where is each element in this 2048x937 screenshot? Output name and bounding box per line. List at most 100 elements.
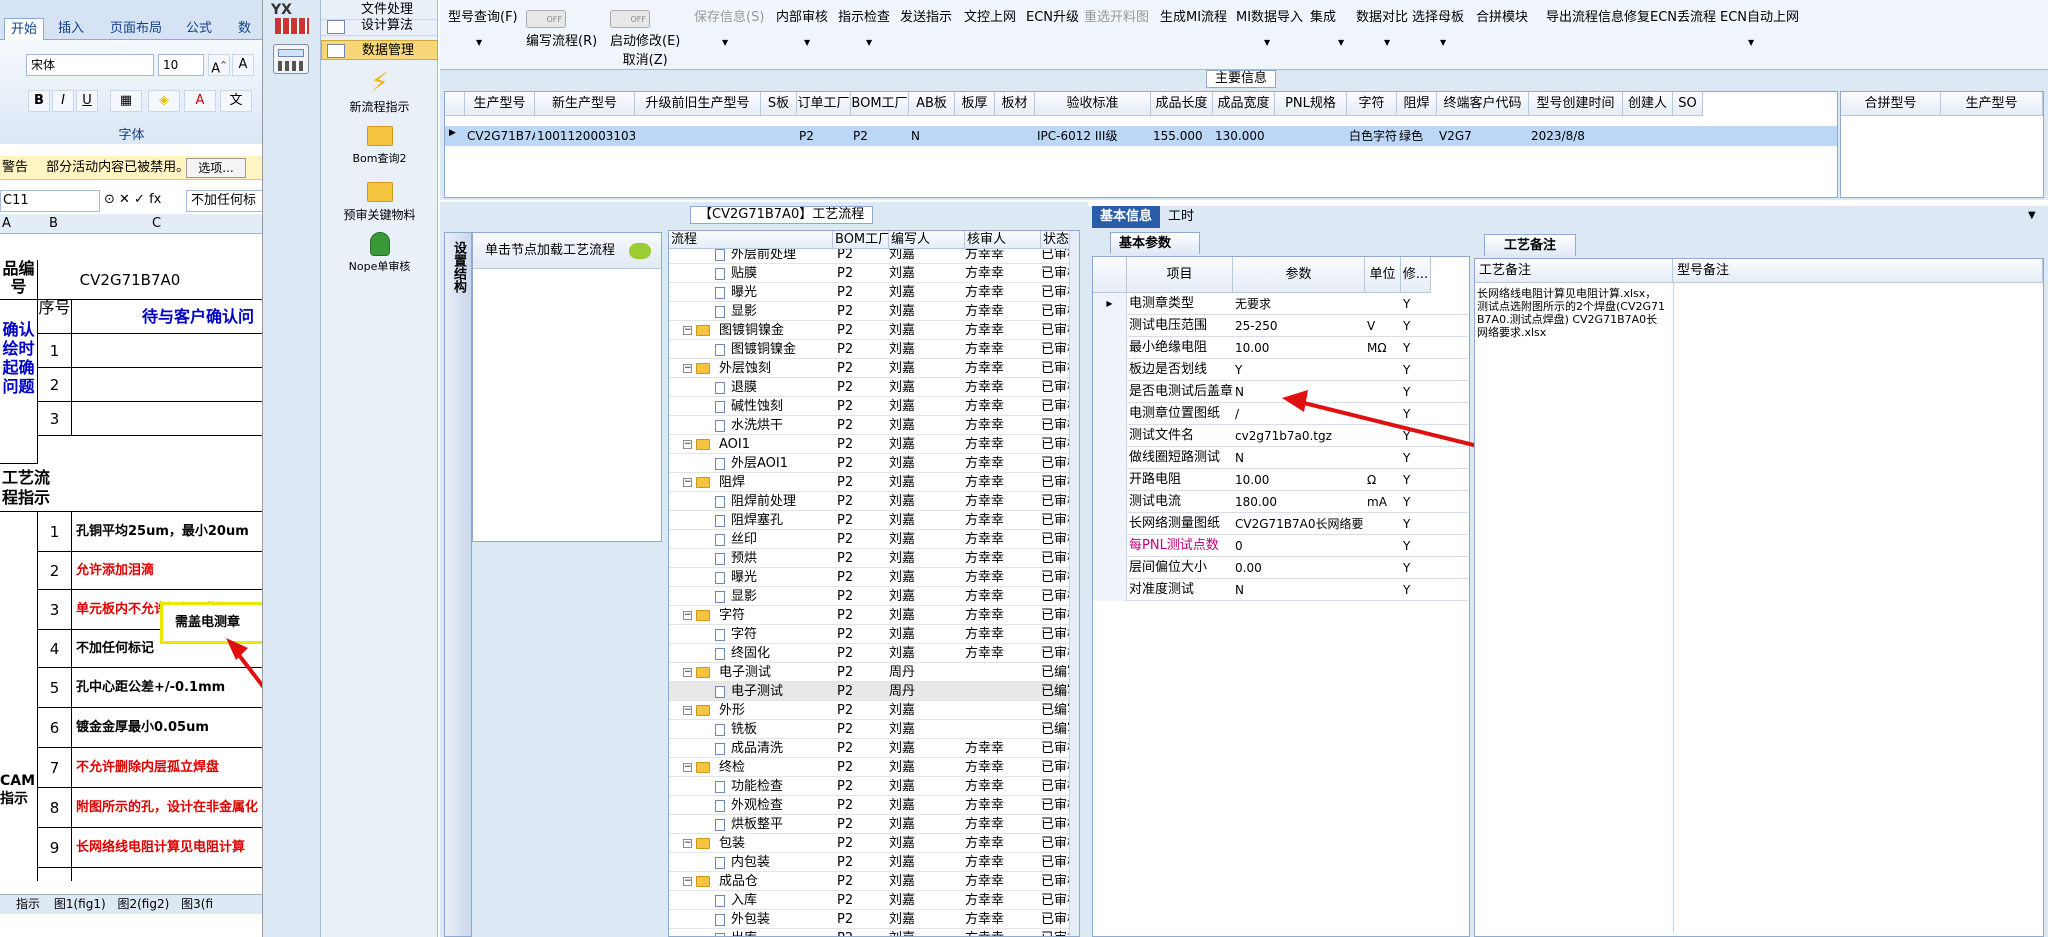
main-info-cell[interactable] [1625,126,1673,146]
excel-tab-formulas[interactable]: 公式 [186,18,212,40]
process-row[interactable]: 铣板P2刘嘉已编写 [669,720,1073,739]
process-row[interactable]: 出库P2刘嘉方幸幸已审核 [669,929,1073,936]
chevron-down-icon[interactable]: ▼ [1338,38,1344,47]
main-info-col-header[interactable]: 终端客户代码 [1437,92,1529,116]
main-info-cell[interactable]: N [911,126,955,146]
tab-dropdown-icon[interactable]: ▼ [2028,210,2036,221]
options-button[interactable]: 选项... [186,158,246,178]
collapse-icon[interactable]: − [683,478,692,487]
params-col-item[interactable]: 项目 [1127,257,1233,293]
param-row[interactable]: 长网络测量图纸 CV2G71B7A0长网络要... Y [1093,513,1468,535]
process-row[interactable]: 内包装P2刘嘉方幸幸已审核 [669,853,1073,872]
remarks-col-model[interactable]: 型号备注 [1673,259,2043,283]
tab-work-hours[interactable]: 工时 [1160,206,1202,228]
col-header-b[interactable]: B [49,216,58,231]
toolbar-button[interactable]: 型号查询(F) [448,6,518,25]
process-row[interactable]: 外层前处理P2刘嘉方幸幸已审核 [669,249,1073,264]
merge-grid[interactable]: 合拼型号 生产型号 [1840,91,2044,198]
chevron-down-icon[interactable]: ▼ [722,38,728,47]
toolbar-button[interactable]: 生成MI流程 [1160,6,1227,25]
main-info-col-header[interactable]: BOM工厂 [851,92,909,116]
main-info-cell[interactable]: 2023/8/8 [1531,126,1623,146]
process-row[interactable]: − 外形P2刘嘉已编写 [669,701,1073,720]
process-row[interactable]: − 包装P2刘嘉方幸幸已审核 [669,834,1073,853]
process-row[interactable]: 阻焊前处理P2刘嘉方幸幸已审核 [669,492,1073,511]
param-row[interactable]: 层间偏位大小 0.00 Y [1093,557,1468,579]
process-row[interactable]: 丝印P2刘嘉方幸幸已审核 [669,530,1073,549]
main-info-cell[interactable] [997,126,1035,146]
param-row[interactable]: 板边是否划线 Y Y [1093,359,1468,381]
chevron-down-icon[interactable]: ▼ [866,38,872,47]
col-header-c[interactable]: C [152,216,161,231]
chevron-down-icon[interactable]: ▼ [476,38,482,47]
collapse-icon[interactable]: − [683,877,692,886]
chevron-down-icon[interactable]: ▼ [804,38,810,47]
toolbar-button[interactable]: OFF 启动修改(E) 取消(Z) [610,10,680,68]
process-row[interactable]: 显影P2刘嘉方幸幸已审核 [669,587,1073,606]
process-row[interactable]: − 成品仓P2刘嘉方幸幸已审核 [669,872,1073,891]
col-header-a[interactable]: A [2,216,11,231]
main-info-col-header[interactable]: 创建人 [1623,92,1673,116]
process-row[interactable]: 预烘P2刘嘉方幸幸已审核 [669,549,1073,568]
process-row[interactable]: 碱性蚀刻P2刘嘉方幸幸已审核 [669,397,1073,416]
process-row[interactable]: 曝光P2刘嘉方幸幸已审核 [669,283,1073,302]
toolbar-button[interactable]: 重选开料图 [1084,6,1149,25]
param-row[interactable]: 测试电压范围 25-250 V Y [1093,315,1468,337]
param-row[interactable]: 每PNL测试点数 0 Y [1093,535,1468,557]
chevron-down-icon[interactable]: ▼ [1440,38,1446,47]
params-col-unit[interactable]: 单位 [1365,257,1401,293]
process-col-header[interactable]: 核审人 [965,231,1041,249]
process-row[interactable]: 退膜P2刘嘉方幸幸已审核 [669,378,1073,397]
process-row[interactable]: − 阻焊P2刘嘉方幸幸已审核 [669,473,1073,492]
process-row[interactable]: 图镀铜镍金P2刘嘉方幸幸已审核 [669,340,1073,359]
main-info-cell[interactable]: 白色字符 [1349,126,1397,146]
process-row[interactable]: − 字符P2刘嘉方幸幸已审核 [669,606,1073,625]
phonetic-button[interactable]: 文 [220,90,252,112]
main-info-col-header[interactable]: AB板 [909,92,955,116]
toolbar-button-sublabel[interactable]: 取消(Z) [610,49,680,68]
font-size-select[interactable]: 10 [158,54,204,76]
param-row[interactable]: 对准度测试 N Y [1093,579,1468,601]
toolbar-button[interactable]: 修复ECN丢流程 [1624,6,1716,25]
main-info-cell[interactable]: 10011200031034 [537,126,635,146]
remarks-text[interactable]: 长网络线电阻计算见电阻计算.xlsx，测试点选附图所示的2个焊盘(CV2G71B… [1477,287,1667,339]
collapse-icon[interactable]: − [683,326,692,335]
main-info-cell[interactable] [957,126,995,146]
param-row[interactable]: 最小绝缘电阻 10.00 MΩ Y [1093,337,1468,359]
sheet-tab-instructions[interactable]: 指示 [0,897,40,911]
tool-nope-review[interactable]: Nope单审核 [321,232,438,274]
font-name-select[interactable]: 宋体 [26,54,154,76]
process-row[interactable]: 阻焊塞孔P2刘嘉方幸幸已审核 [669,511,1073,530]
main-info-col-header[interactable]: 成品宽度 [1213,92,1275,116]
param-row[interactable]: ▶ 电测章类型 无要求 Y [1093,293,1468,315]
process-row[interactable]: − AOI1P2刘嘉方幸幸已审核 [669,435,1073,454]
excel-tab-page-layout[interactable]: 页面布局 [110,18,162,40]
main-info-col-header[interactable]: S板 [761,92,797,116]
excel-tab-insert[interactable]: 插入 [58,18,84,40]
main-info-cell[interactable]: 绿色 [1399,126,1437,146]
main-info-col-header[interactable]: 生产型号 [465,92,535,116]
formula-buttons[interactable]: ⊙ ✕ ✓ fx [104,192,184,207]
process-row[interactable]: 成品清洗P2刘嘉方幸幸已审核 [669,739,1073,758]
name-box[interactable]: C11 [0,190,100,212]
collapse-icon[interactable]: − [683,440,692,449]
process-row[interactable]: − 终检P2刘嘉方幸幸已审核 [669,758,1073,777]
process-col-header[interactable]: BOM工厂 [833,231,889,249]
toolbar-button[interactable]: 内部审核 [776,6,828,25]
main-info-cell[interactable]: 155.000 [1153,126,1213,146]
collapse-icon[interactable]: − [683,668,692,677]
sheet-tab-fig3[interactable]: 图3(fi [173,897,213,911]
toolbar-button[interactable]: ECN升级 [1026,6,1079,25]
toolbar-button[interactable]: 数据对比 [1356,6,1408,25]
main-info-cell[interactable] [763,126,797,146]
toolbar-button[interactable]: ECN自动上网 [1720,6,1799,25]
calculator-icon[interactable] [273,44,309,74]
underline-button[interactable]: U [76,90,98,112]
merge-col-production-model[interactable]: 生产型号 [1941,92,2043,116]
remarks-col-process[interactable]: 工艺备注 [1475,259,1673,283]
main-info-col-header[interactable]: 板材 [995,92,1035,116]
main-info-col-header[interactable]: 订单工厂 [797,92,851,116]
process-tree-grid[interactable]: 流程BOM工厂编写人核审人状态 外层前处理P2刘嘉方幸幸已审核贴膜P2刘嘉方幸幸… [668,230,1080,937]
tab-basic-info[interactable]: 基本信息 [1092,206,1161,228]
main-info-col-header[interactable]: 板厚 [955,92,995,116]
